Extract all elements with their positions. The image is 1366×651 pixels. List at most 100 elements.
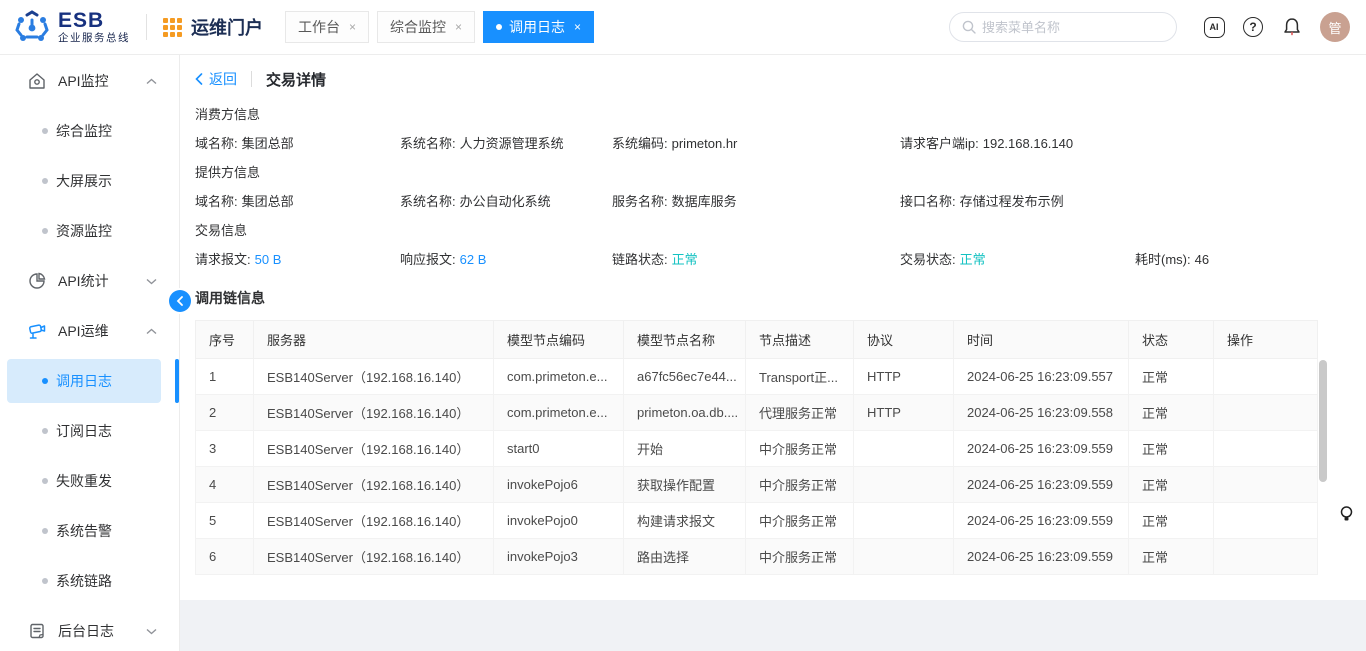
request-message-link[interactable]: 50 B [255, 252, 282, 267]
table-cell: 2024-06-25 16:23:09.559 [954, 467, 1129, 503]
table-cell: start0 [494, 431, 624, 467]
table-cell [1214, 467, 1318, 503]
field-domain: 域名称:集团总部 [195, 133, 400, 152]
ai-assistant-icon[interactable]: AI [1203, 16, 1225, 38]
table-cell [854, 503, 954, 539]
table-cell: 正常 [1129, 539, 1214, 575]
menu-search-box[interactable] [949, 12, 1177, 42]
table-cell: invokePojo6 [494, 467, 624, 503]
table-cell: 2 [196, 395, 254, 431]
sidebar-item-label: 大屏展示 [56, 171, 112, 191]
table-row: 3 ESB140Server（192.168.16.140） start0 开始… [196, 431, 1318, 467]
table-row: 6 ESB140Server（192.168.16.140） invokePoj… [196, 539, 1318, 575]
help-icon[interactable]: ? [1242, 16, 1264, 38]
notification-bell-icon[interactable] [1281, 16, 1303, 38]
field-system-code: 系统编码:primeton.hr [612, 133, 900, 152]
table-cell: 中介服务正常 [746, 431, 854, 467]
bullet-icon [42, 578, 48, 584]
sidebar-item-retry-failed[interactable]: 失败重发 [0, 456, 179, 506]
sidebar-group-label: API统计 [58, 271, 146, 291]
table-cell: 2024-06-25 16:23:09.559 [954, 503, 1129, 539]
user-avatar[interactable]: 管 [1320, 12, 1350, 42]
section-title-consumer: 消费方信息 [195, 104, 1351, 123]
section-title-transaction: 交易信息 [195, 220, 1351, 239]
sidebar-group-api-stats[interactable]: API统计 [0, 256, 179, 306]
back-label: 返回 [209, 69, 237, 89]
tab-monitoring[interactable]: 综合监控 × [377, 11, 475, 43]
tab-call-log[interactable]: 调用日志 × [483, 11, 594, 43]
sidebar-item-label: 调用日志 [56, 371, 112, 391]
bullet-icon [42, 228, 48, 234]
sidebar-item-comprehensive-monitor[interactable]: 综合监控 [0, 106, 179, 156]
back-button[interactable]: 返回 [195, 69, 237, 89]
sidebar-item-subscribe-log[interactable]: 订阅日志 [0, 406, 179, 456]
sidebar-item-call-log[interactable]: 调用日志 [0, 356, 179, 406]
table-cell: invokePojo3 [494, 539, 624, 575]
tab-label: 调用日志 [509, 17, 565, 37]
table-cell: 获取操作配置 [624, 467, 746, 503]
table-cell [854, 539, 954, 575]
sidebar-item-resource-monitor[interactable]: 资源监控 [0, 206, 179, 256]
status-badge: 正常 [672, 252, 698, 267]
table-row: 4 ESB140Server（192.168.16.140） invokePoj… [196, 467, 1318, 503]
field-elapsed-ms: 耗时(ms):46 [1135, 249, 1351, 268]
header-action-icons: AI ? 管 [1203, 12, 1350, 42]
tab-close-icon[interactable]: × [574, 20, 581, 34]
pie-chart-icon [28, 272, 46, 290]
tab-label: 工作台 [298, 17, 340, 37]
table-cell: com.primeton.e... [494, 395, 624, 431]
sidebar-item-system-link[interactable]: 系统链路 [0, 556, 179, 606]
column-header: 时间 [954, 321, 1129, 359]
active-dot-icon [496, 24, 502, 30]
table-cell: 4 [196, 467, 254, 503]
tab-label: 综合监控 [390, 17, 446, 37]
table-cell: 正常 [1129, 359, 1214, 395]
field-response-message: 响应报文:62 B [400, 249, 612, 268]
section-title-provider: 提供方信息 [195, 162, 1351, 181]
crumb-divider [251, 71, 252, 87]
table-row: 5 ESB140Server（192.168.16.140） invokePoj… [196, 503, 1318, 539]
lightbulb-icon[interactable] [1339, 505, 1354, 530]
status-badge: 正常 [960, 252, 986, 267]
column-header: 操作 [1214, 321, 1318, 359]
table-cell: invokePojo0 [494, 503, 624, 539]
table-cell [854, 431, 954, 467]
chevron-up-icon [146, 328, 157, 335]
tab-close-icon[interactable]: × [349, 20, 356, 34]
sidebar-item-system-alert[interactable]: 系统告警 [0, 506, 179, 556]
tab-bar: 工作台 × 综合监控 × 调用日志 × [285, 11, 594, 43]
table-cell: 正常 [1129, 467, 1214, 503]
consumer-fields: 域名称:集团总部 系统名称:人力资源管理系统 系统编码:primeton.hr … [195, 133, 1351, 152]
grid-icon [163, 18, 182, 37]
table-cell: 2024-06-25 16:23:09.557 [954, 359, 1129, 395]
provider-fields: 域名称:集团总部 系统名称:办公自动化系统 服务名称:数据库服务 接口名称:存储… [195, 191, 1351, 210]
sidebar-item-big-screen[interactable]: 大屏展示 [0, 156, 179, 206]
table-cell: 中介服务正常 [746, 467, 854, 503]
camera-icon [28, 322, 46, 340]
field-interface-name: 接口名称:存储过程发布示例 [900, 191, 1135, 210]
sidebar-group-backend-log[interactable]: 后台日志 [0, 606, 179, 651]
transaction-detail-card: 返回 交易详情 消费方信息 域名称:集团总部 系统名称:人力资源管理系统 系统编… [180, 55, 1366, 600]
sidebar-collapse-toggle[interactable] [169, 290, 191, 312]
logo-title: ESB [58, 10, 130, 32]
transaction-fields: 请求报文:50 B 响应报文:62 B 链路状态:正常 交易状态:正常 耗时(m… [195, 249, 1351, 268]
table-scrollbar[interactable] [1319, 360, 1327, 482]
table-cell: HTTP [854, 395, 954, 431]
section-title-call-chain: 调用链信息 [195, 288, 1351, 308]
tab-close-icon[interactable]: × [455, 20, 462, 34]
sidebar-group-api-monitor[interactable]: API监控 [0, 56, 179, 106]
field-service-name: 服务名称:数据库服务 [612, 191, 900, 210]
sidebar-group-api-ops[interactable]: API运维 [0, 306, 179, 356]
main-content: 返回 交易详情 消费方信息 域名称:集团总部 系统名称:人力资源管理系统 系统编… [180, 55, 1366, 651]
sidebar-item-label: 综合监控 [56, 121, 112, 141]
chevron-up-icon [146, 78, 157, 85]
tab-workbench[interactable]: 工作台 × [285, 11, 369, 43]
field-system-name: 系统名称:人力资源管理系统 [400, 133, 612, 152]
breadcrumb: 返回 交易详情 [195, 55, 1351, 97]
table-cell: ESB140Server（192.168.16.140） [254, 431, 494, 467]
search-input[interactable] [982, 20, 1164, 35]
table-cell: 中介服务正常 [746, 539, 854, 575]
table-cell [854, 467, 954, 503]
response-message-link[interactable]: 62 B [460, 252, 487, 267]
field-transaction-status: 交易状态:正常 [900, 249, 1135, 268]
